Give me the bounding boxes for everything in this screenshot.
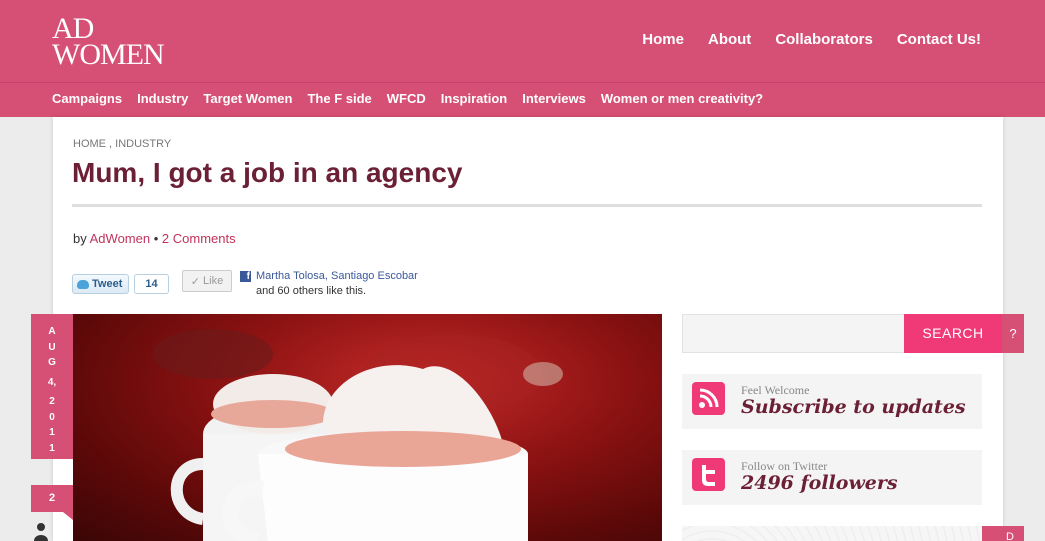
facebook-icon: f — [240, 271, 251, 282]
cups-illustration — [153, 329, 563, 541]
help-tab[interactable]: ? — [1002, 314, 1024, 353]
category-target-women[interactable]: Target Women — [203, 91, 292, 106]
category-interviews[interactable]: Interviews — [522, 91, 586, 106]
nav-contact[interactable]: Contact Us! — [897, 31, 981, 48]
check-icon: ✓ — [190, 275, 201, 288]
twitter-icon — [692, 458, 725, 491]
breadcrumb[interactable]: HOME , INDUSTRY — [73, 138, 171, 150]
sidebar-corner-tab[interactable]: D — [982, 526, 1024, 541]
category-industry[interactable]: Industry — [137, 91, 188, 106]
nav-about[interactable]: About — [708, 31, 751, 48]
tweet-count: 14 — [134, 274, 169, 294]
subscribe-widget[interactable]: Feel Welcome Subscribe to updates — [682, 374, 982, 429]
post-title: Mum, I got a job in an agency — [72, 157, 463, 188]
comments-link[interactable]: 2 Comments — [162, 231, 236, 246]
post-date: A U G 4, 2 0 1 1 — [31, 314, 73, 459]
facebook-friends-link[interactable]: Martha Tolosa, Santiago Escobar — [256, 270, 418, 282]
tweet-button[interactable]: Tweet — [72, 274, 129, 294]
search-button[interactable]: SEARCH — [904, 314, 1002, 353]
title-divider — [72, 204, 982, 207]
user-icon — [34, 523, 48, 541]
category-nav: Campaigns Industry Target Women The F si… — [52, 91, 763, 106]
twitter-bird-icon — [77, 279, 89, 289]
category-campaigns[interactable]: Campaigns — [52, 91, 122, 106]
twitter-widget[interactable]: Follow on Twitter 2496 followers — [682, 450, 982, 505]
byline: by AdWomen • 2 Comments — [73, 231, 236, 246]
nav-collaborators[interactable]: Collaborators — [775, 31, 873, 48]
facebook-likes: Martha Tolosa, Santiago Escobar and 60 o… — [256, 270, 418, 297]
main-nav: Home About Collaborators Contact Us! — [642, 31, 981, 48]
search-input[interactable] — [682, 314, 904, 353]
category-the-f-side[interactable]: The F side — [307, 91, 371, 106]
site-logo[interactable]: AD WOMEN — [52, 14, 165, 70]
author-link[interactable]: AdWomen — [90, 231, 150, 246]
category-women-or-men-creativity[interactable]: Women or men creativity? — [601, 91, 763, 106]
category-wfcd[interactable]: WFCD — [387, 91, 426, 106]
sidebar-pattern-banner — [682, 526, 982, 541]
like-button[interactable]: ✓ Like — [182, 270, 232, 292]
nav-home[interactable]: Home — [642, 31, 684, 48]
category-inspiration[interactable]: Inspiration — [441, 91, 507, 106]
rss-icon — [692, 382, 725, 415]
post-image-cappuccino — [73, 314, 662, 541]
comment-count-badge[interactable]: 2 — [31, 485, 73, 520]
